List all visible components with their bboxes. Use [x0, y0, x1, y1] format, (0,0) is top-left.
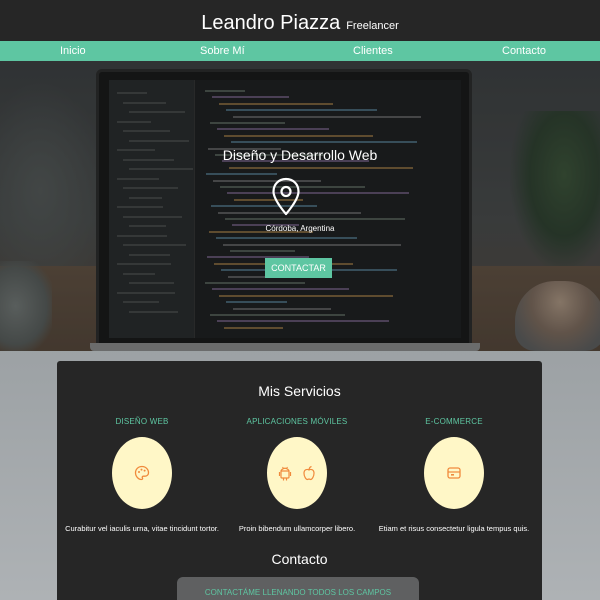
services-title: Mis Servicios	[258, 383, 341, 399]
contact-form-title: CONTACTÁME LLENANDO TODOS LOS CAMPOS	[204, 588, 392, 597]
service-description: Curabitur vel iaculis urna, vitae tincid…	[65, 524, 219, 533]
contactar-button[interactable]: CONTACTAR	[265, 258, 332, 278]
site-header: Leandro Piazza Freelancer	[0, 0, 600, 41]
nav-link-clientes[interactable]: Clientes	[353, 41, 393, 61]
service-description: Proin bibendum ullamcorper libero.	[238, 524, 356, 533]
service-name: DISEÑO WEB	[115, 417, 169, 426]
service-name: E-COMMERCE	[425, 417, 483, 426]
hero-title: Diseño y Desarrollo Web	[222, 147, 378, 163]
palette-icon	[134, 465, 150, 481]
service-description: Etiam et risus consectetur ligula tempus…	[378, 524, 530, 533]
hero-location: Córdoba, Argentina	[265, 224, 335, 233]
service-diseno-web: DISEÑO WEB Curabitur vel iaculis urna, v…	[57, 417, 227, 533]
services-card: Mis Servicios DISEÑO WEB Curabitur vel i…	[57, 361, 542, 600]
main-nav: Inicio Sobre Mí Clientes Contacto	[0, 41, 600, 61]
wallet-icon	[447, 467, 461, 479]
service-e-commerce: E-COMMERCE Etiam et risus consectetur li…	[369, 417, 539, 533]
service-icon-circle	[112, 437, 172, 509]
page: Leandro Piazza Freelancer Inicio Sobre M…	[0, 0, 600, 600]
apple-icon	[303, 465, 315, 481]
service-name: APLICACIONES MÓVILES	[246, 417, 348, 426]
nav-link-sobre-mi[interactable]: Sobre Mí	[200, 41, 245, 61]
contact-form: CONTACTÁME LLENANDO TODOS LOS CAMPOS	[177, 577, 419, 600]
service-icon-circle	[424, 437, 484, 509]
nav-link-inicio[interactable]: Inicio	[60, 41, 86, 61]
brand-tagline: Freelancer	[346, 19, 399, 32]
map-pin-icon	[272, 177, 300, 216]
service-aplicaciones-moviles: APLICACIONES MÓVILES Proin bibendum ulla…	[212, 417, 382, 533]
brand-name: Leandro Piazza	[201, 11, 341, 34]
hero-content: Diseño y Desarrollo Web Córdoba, Argenti…	[0, 61, 600, 351]
contacto-title: Contacto	[271, 551, 328, 567]
nav-link-contacto[interactable]: Contacto	[502, 41, 546, 61]
hero-section: Diseño y Desarrollo Web Córdoba, Argenti…	[0, 61, 600, 351]
service-icon-circle	[267, 437, 327, 509]
android-icon	[278, 466, 292, 481]
